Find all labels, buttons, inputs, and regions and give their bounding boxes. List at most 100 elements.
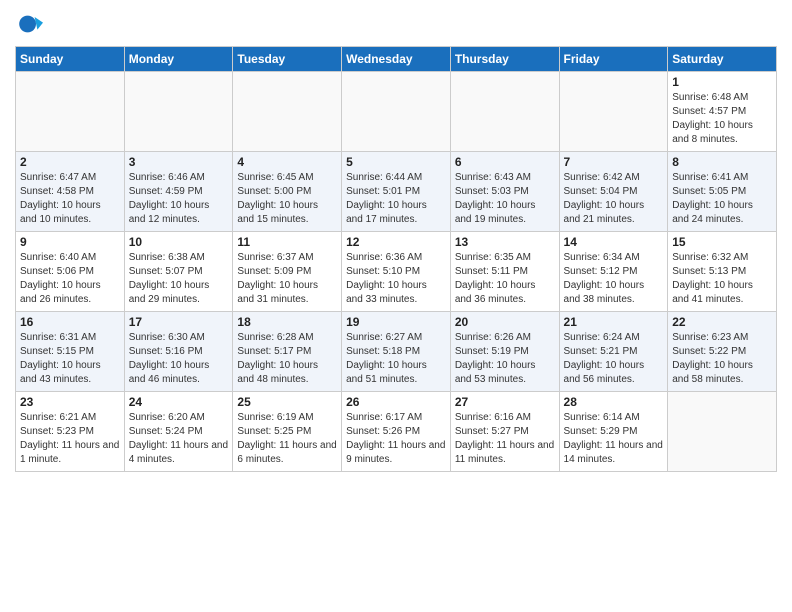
week-row-4: 23 Sunrise: 6:21 AM Sunset: 5:23 PM Dayli…	[16, 392, 777, 472]
calendar-cell	[342, 72, 451, 152]
day-number: 22	[672, 315, 772, 329]
day-info: Sunrise: 6:30 AM Sunset: 5:16 PM Dayligh…	[129, 331, 229, 387]
day-number: 12	[346, 235, 446, 249]
day-number: 15	[672, 235, 772, 249]
day-info: Sunrise: 6:17 AM Sunset: 5:26 PM Dayligh…	[346, 411, 446, 467]
calendar-cell: 10Sunrise: 6:38 AM Sunset: 5:07 PM Dayli…	[124, 232, 233, 312]
day-info: Sunrise: 6:37 AM Sunset: 5:09 PM Dayligh…	[237, 251, 337, 307]
day-info: Sunrise: 6:46 AM Sunset: 4:59 PM Dayligh…	[129, 171, 229, 227]
day-number: 21	[564, 315, 664, 329]
day-number: 10	[129, 235, 229, 249]
header-wednesday: Wednesday	[342, 47, 451, 72]
header-sunday: Sunday	[16, 47, 125, 72]
day-info: Sunrise: 6:21 AM Sunset: 5:23 PM Dayligh…	[20, 411, 120, 467]
calendar-cell: 2Sunrise: 6:47 AM Sunset: 4:58 PM Daylig…	[16, 152, 125, 232]
calendar-cell: 25 Sunrise: 6:19 AM Sunset: 5:25 PM Dayli…	[233, 392, 342, 472]
day-number: 24	[129, 395, 229, 409]
day-number: 6	[455, 155, 555, 169]
logo	[15, 10, 45, 38]
calendar-table: SundayMondayTuesdayWednesdayThursdayFrid…	[15, 46, 777, 472]
day-number: 8	[672, 155, 772, 169]
logo-icon	[15, 10, 43, 38]
day-number: 20	[455, 315, 555, 329]
calendar-cell: 21 Sunrise: 6:24 AM Sunset: 5:21 PM Dayli…	[559, 312, 668, 392]
calendar-cell: 28 Sunrise: 6:14 AM Sunset: 5:29 PM Dayli…	[559, 392, 668, 472]
calendar-cell: 3 Sunrise: 6:46 AM Sunset: 4:59 PM Daylig…	[124, 152, 233, 232]
day-number: 16	[20, 315, 120, 329]
day-number: 26	[346, 395, 446, 409]
day-info: Sunrise: 6:19 AM Sunset: 5:25 PM Dayligh…	[237, 411, 337, 467]
calendar-cell: 15 Sunrise: 6:32 AM Sunset: 5:13 PM Dayli…	[668, 232, 777, 312]
day-number: 28	[564, 395, 664, 409]
day-info: Sunrise: 6:34 AM Sunset: 5:12 PM Dayligh…	[564, 251, 664, 307]
calendar-cell: 19 Sunrise: 6:27 AM Sunset: 5:18 PM Dayli…	[342, 312, 451, 392]
day-info: Sunrise: 6:44 AM Sunset: 5:01 PM Dayligh…	[346, 171, 446, 227]
day-info: Sunrise: 6:45 AM Sunset: 5:00 PM Dayligh…	[237, 171, 337, 227]
day-number: 1	[672, 75, 772, 89]
calendar-cell: 26 Sunrise: 6:17 AM Sunset: 5:26 PM Dayli…	[342, 392, 451, 472]
header-monday: Monday	[124, 47, 233, 72]
day-info: Sunrise: 6:40 AM Sunset: 5:06 PM Dayligh…	[20, 251, 120, 307]
day-number: 18	[237, 315, 337, 329]
calendar-cell: 6Sunrise: 6:43 AM Sunset: 5:03 PM Daylig…	[450, 152, 559, 232]
day-number: 25	[237, 395, 337, 409]
calendar-header-row: SundayMondayTuesdayWednesdayThursdayFrid…	[16, 47, 777, 72]
header-tuesday: Tuesday	[233, 47, 342, 72]
calendar-cell	[668, 392, 777, 472]
calendar-cell: 4Sunrise: 6:45 AM Sunset: 5:00 PM Daylig…	[233, 152, 342, 232]
calendar-cell: 27 Sunrise: 6:16 AM Sunset: 5:27 PM Dayli…	[450, 392, 559, 472]
day-number: 23	[20, 395, 120, 409]
calendar-cell: 17 Sunrise: 6:30 AM Sunset: 5:16 PM Dayli…	[124, 312, 233, 392]
calendar-cell	[124, 72, 233, 152]
calendar-cell	[450, 72, 559, 152]
header-saturday: Saturday	[668, 47, 777, 72]
day-info: Sunrise: 6:42 AM Sunset: 5:04 PM Dayligh…	[564, 171, 664, 227]
day-number: 27	[455, 395, 555, 409]
calendar-cell: 22 Sunrise: 6:23 AM Sunset: 5:22 PM Dayli…	[668, 312, 777, 392]
week-row-0: 1 Sunrise: 6:48 AM Sunset: 4:57 PM Daylig…	[16, 72, 777, 152]
day-number: 3	[129, 155, 229, 169]
header	[15, 10, 777, 38]
page: SundayMondayTuesdayWednesdayThursdayFrid…	[0, 0, 792, 482]
day-info: Sunrise: 6:14 AM Sunset: 5:29 PM Dayligh…	[564, 411, 664, 467]
calendar-cell	[233, 72, 342, 152]
calendar-cell	[559, 72, 668, 152]
day-info: Sunrise: 6:24 AM Sunset: 5:21 PM Dayligh…	[564, 331, 664, 387]
day-info: Sunrise: 6:16 AM Sunset: 5:27 PM Dayligh…	[455, 411, 555, 467]
calendar-cell: 11 Sunrise: 6:37 AM Sunset: 5:09 PM Dayli…	[233, 232, 342, 312]
calendar-cell	[16, 72, 125, 152]
calendar-cell: 16 Sunrise: 6:31 AM Sunset: 5:15 PM Dayli…	[16, 312, 125, 392]
day-number: 11	[237, 235, 337, 249]
calendar-cell: 9 Sunrise: 6:40 AM Sunset: 5:06 PM Daylig…	[16, 232, 125, 312]
calendar-cell: 20Sunrise: 6:26 AM Sunset: 5:19 PM Dayli…	[450, 312, 559, 392]
day-number: 19	[346, 315, 446, 329]
week-row-3: 16 Sunrise: 6:31 AM Sunset: 5:15 PM Dayli…	[16, 312, 777, 392]
calendar-cell: 7 Sunrise: 6:42 AM Sunset: 5:04 PM Daylig…	[559, 152, 668, 232]
week-row-1: 2Sunrise: 6:47 AM Sunset: 4:58 PM Daylig…	[16, 152, 777, 232]
calendar-cell: 5 Sunrise: 6:44 AM Sunset: 5:01 PM Daylig…	[342, 152, 451, 232]
week-row-2: 9 Sunrise: 6:40 AM Sunset: 5:06 PM Daylig…	[16, 232, 777, 312]
calendar-cell: 8 Sunrise: 6:41 AM Sunset: 5:05 PM Daylig…	[668, 152, 777, 232]
day-number: 2	[20, 155, 120, 169]
day-info: Sunrise: 6:41 AM Sunset: 5:05 PM Dayligh…	[672, 171, 772, 227]
calendar-cell: 23 Sunrise: 6:21 AM Sunset: 5:23 PM Dayli…	[16, 392, 125, 472]
calendar-cell: 1 Sunrise: 6:48 AM Sunset: 4:57 PM Daylig…	[668, 72, 777, 152]
day-number: 9	[20, 235, 120, 249]
header-thursday: Thursday	[450, 47, 559, 72]
day-info: Sunrise: 6:48 AM Sunset: 4:57 PM Dayligh…	[672, 91, 772, 147]
day-info: Sunrise: 6:32 AM Sunset: 5:13 PM Dayligh…	[672, 251, 772, 307]
day-info: Sunrise: 6:31 AM Sunset: 5:15 PM Dayligh…	[20, 331, 120, 387]
day-info: Sunrise: 6:35 AM Sunset: 5:11 PM Dayligh…	[455, 251, 555, 307]
day-number: 14	[564, 235, 664, 249]
day-number: 13	[455, 235, 555, 249]
day-info: Sunrise: 6:27 AM Sunset: 5:18 PM Dayligh…	[346, 331, 446, 387]
day-number: 17	[129, 315, 229, 329]
day-info: Sunrise: 6:36 AM Sunset: 5:10 PM Dayligh…	[346, 251, 446, 307]
calendar-cell: 24Sunrise: 6:20 AM Sunset: 5:24 PM Dayli…	[124, 392, 233, 472]
calendar-cell: 12 Sunrise: 6:36 AM Sunset: 5:10 PM Dayli…	[342, 232, 451, 312]
day-info: Sunrise: 6:23 AM Sunset: 5:22 PM Dayligh…	[672, 331, 772, 387]
calendar-cell: 18Sunrise: 6:28 AM Sunset: 5:17 PM Dayli…	[233, 312, 342, 392]
calendar-cell: 13 Sunrise: 6:35 AM Sunset: 5:11 PM Dayli…	[450, 232, 559, 312]
day-number: 5	[346, 155, 446, 169]
day-number: 7	[564, 155, 664, 169]
